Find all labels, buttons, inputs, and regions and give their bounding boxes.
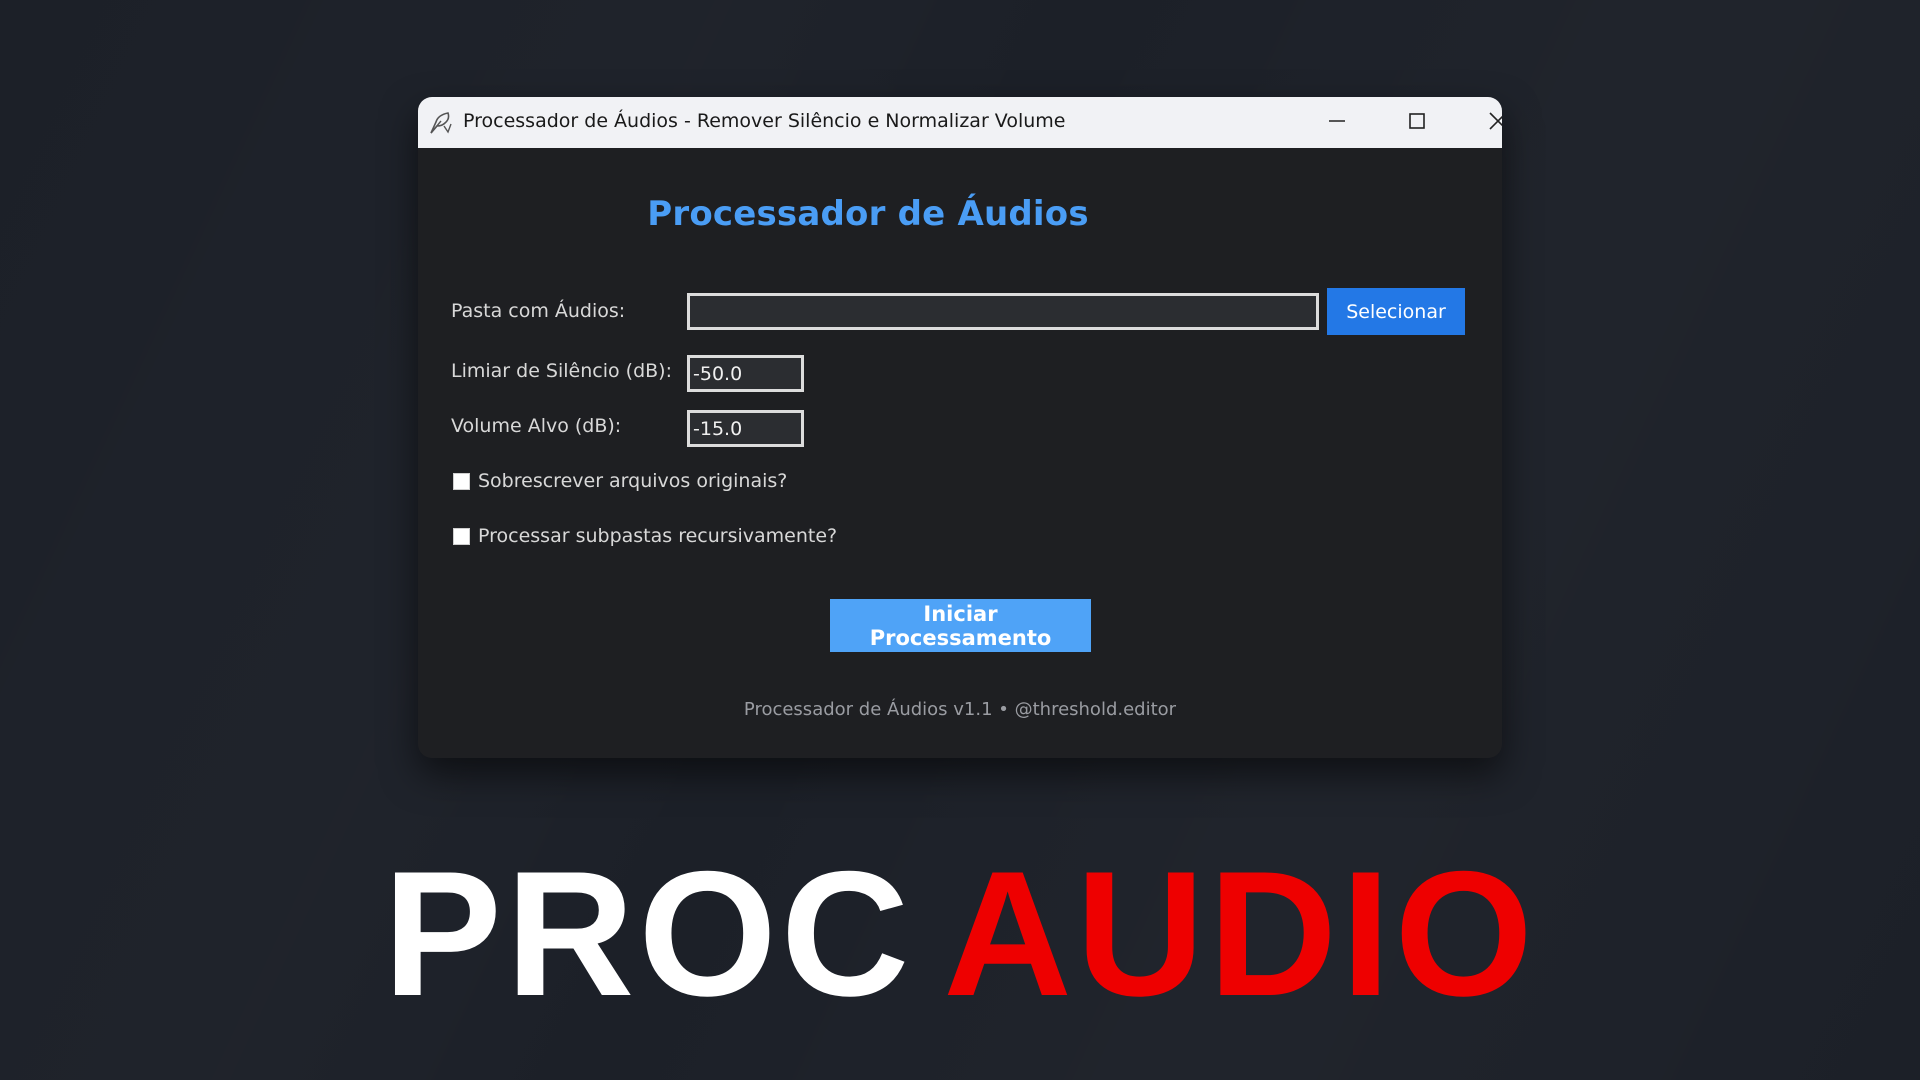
promo-banner: PROC AUDIO <box>0 845 1920 1023</box>
silence-threshold-label: Limiar de Silêncio (dB): <box>451 360 672 382</box>
banner-word-proc: PROC <box>383 834 914 1033</box>
window-content: Processador de Áudios Pasta com Áudios: … <box>418 148 1502 758</box>
folder-path-input[interactable] <box>687 293 1319 330</box>
footer-credit: Processador de Áudios v1.1 • @threshold.… <box>743 699 1177 720</box>
overwrite-checkbox[interactable] <box>453 472 470 490</box>
minimize-button[interactable] <box>1307 97 1367 148</box>
target-volume-input[interactable] <box>687 410 804 447</box>
window-title: Processador de Áudios - Remover Silêncio… <box>463 110 1066 132</box>
overwrite-option[interactable]: Sobrescrever arquivos originais? <box>453 470 787 492</box>
silence-threshold-input[interactable] <box>687 355 804 392</box>
feather-icon <box>428 110 454 136</box>
banner-word-audio: AUDIO <box>943 834 1537 1033</box>
overwrite-label: Sobrescrever arquivos originais? <box>478 470 788 492</box>
select-folder-button[interactable]: Selecionar <box>1327 288 1465 335</box>
maximize-icon <box>1408 112 1426 134</box>
title-bar[interactable]: Processador de Áudios - Remover Silêncio… <box>418 97 1502 148</box>
recursive-option[interactable]: Processar subpastas recursivamente? <box>453 525 837 547</box>
start-processing-button[interactable]: Iniciar Processamento <box>830 599 1091 652</box>
minimize-icon <box>1328 112 1346 134</box>
app-heading: Processador de Áudios <box>647 194 1089 234</box>
folder-label: Pasta com Áudios: <box>451 300 626 322</box>
close-button[interactable] <box>1468 97 1502 148</box>
maximize-button[interactable] <box>1387 97 1447 148</box>
recursive-label: Processar subpastas recursivamente? <box>478 525 838 547</box>
close-icon <box>1488 111 1502 135</box>
app-window: Processador de Áudios - Remover Silêncio… <box>418 97 1502 758</box>
recursive-checkbox[interactable] <box>453 527 470 545</box>
target-volume-label: Volume Alvo (dB): <box>451 415 622 437</box>
